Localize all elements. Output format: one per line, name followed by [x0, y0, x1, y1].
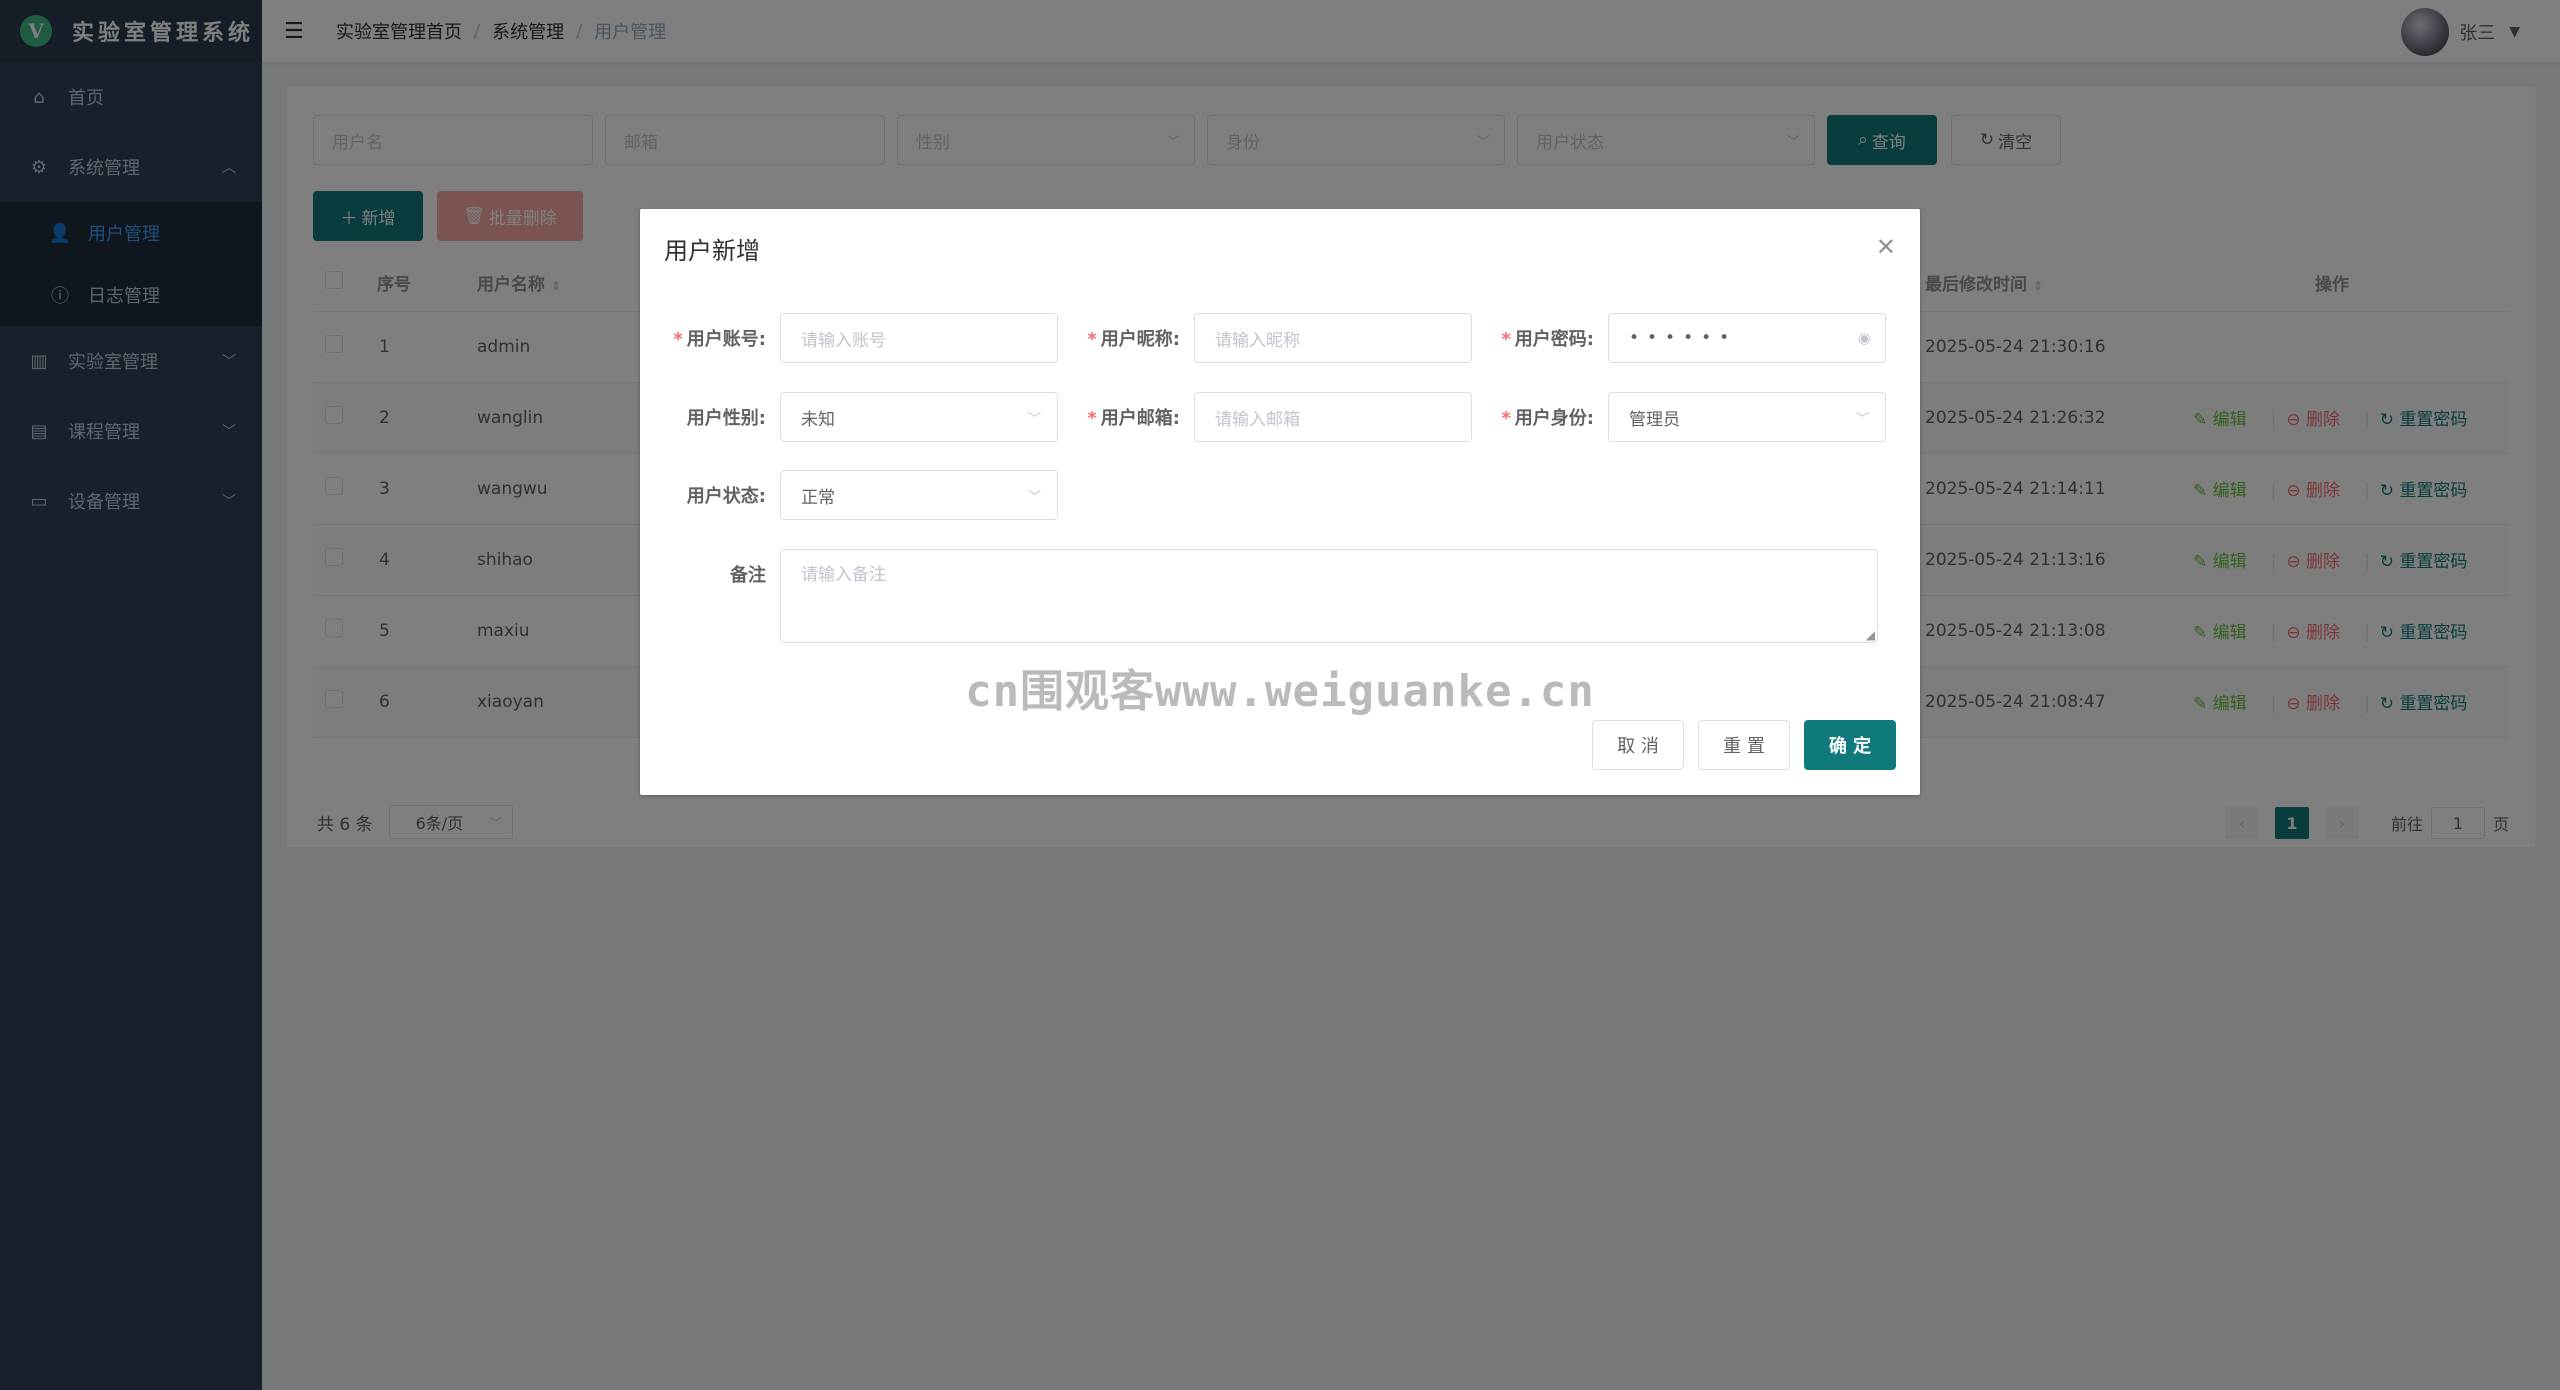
- field-label: 用户性别:: [686, 408, 766, 429]
- placeholder: 请输入备注: [801, 565, 886, 585]
- select-value: 正常: [801, 487, 835, 508]
- resize-handle-icon[interactable]: ◢: [1866, 628, 1875, 642]
- field-label: * 用户密码:: [1501, 329, 1594, 350]
- form-item-status: 用户状态: 正常 ﹀: [640, 470, 1058, 520]
- chevron-down-icon: ﹀: [1855, 411, 1869, 427]
- field-label: * 用户账号:: [673, 329, 766, 350]
- email-input[interactable]: 请输入邮箱: [1194, 392, 1472, 442]
- watermark-text: cn围观客www.weiguanke.cn: [965, 666, 1595, 717]
- account-input[interactable]: 请输入账号: [780, 313, 1058, 363]
- select-value: 管理员: [1629, 409, 1680, 430]
- nickname-input[interactable]: 请输入昵称: [1194, 313, 1472, 363]
- form-item-nickname: * 用户昵称: 请输入昵称: [1054, 313, 1472, 363]
- field-label: 用户状态:: [686, 486, 766, 507]
- password-input[interactable]: •••••• ◉: [1608, 313, 1886, 363]
- chevron-down-icon: ﹀: [1027, 489, 1041, 505]
- eye-icon[interactable]: ◉: [1858, 329, 1871, 347]
- add-user-dialog: 用户新增 ✕ * 用户账号: 请输入账号 * 用户昵称: 请输入昵称 * 用户密码: …: [640, 209, 1920, 795]
- field-label: * 用户昵称:: [1087, 329, 1180, 350]
- close-icon[interactable]: ✕: [1876, 233, 1896, 261]
- placeholder: 请输入昵称: [1215, 330, 1300, 351]
- dialog-footer: 取 消 重 置 确 定: [1578, 720, 1896, 770]
- placeholder: 请输入邮箱: [1215, 409, 1300, 430]
- confirm-button[interactable]: 确 定: [1804, 720, 1896, 770]
- status-select[interactable]: 正常 ﹀: [780, 470, 1058, 520]
- field-label: 备注: [730, 565, 766, 586]
- reset-button[interactable]: 重 置: [1698, 720, 1790, 770]
- select-value: 未知: [801, 409, 835, 430]
- form-item-password: * 用户密码: •••••• ◉: [1468, 313, 1886, 363]
- form-item-account: * 用户账号: 请输入账号: [640, 313, 1058, 363]
- remark-textarea[interactable]: 请输入备注 ◢: [780, 549, 1878, 643]
- field-label: * 用户邮箱:: [1087, 408, 1180, 429]
- placeholder: 请输入账号: [801, 330, 886, 351]
- role-select[interactable]: 管理员 ﹀: [1608, 392, 1886, 442]
- form-item-role: * 用户身份: 管理员 ﹀: [1468, 392, 1886, 442]
- form-item-email: * 用户邮箱: 请输入邮箱: [1054, 392, 1472, 442]
- dialog-title: 用户新增: [664, 237, 760, 265]
- cancel-button[interactable]: 取 消: [1592, 720, 1684, 770]
- gender-select[interactable]: 未知 ﹀: [780, 392, 1058, 442]
- form-item-gender: 用户性别: 未知 ﹀: [640, 392, 1058, 442]
- password-value: ••••••: [1629, 328, 1738, 348]
- form-item-remark: 备注 请输入备注 ◢: [640, 549, 1878, 643]
- field-label: * 用户身份:: [1501, 408, 1594, 429]
- chevron-down-icon: ﹀: [1027, 411, 1041, 427]
